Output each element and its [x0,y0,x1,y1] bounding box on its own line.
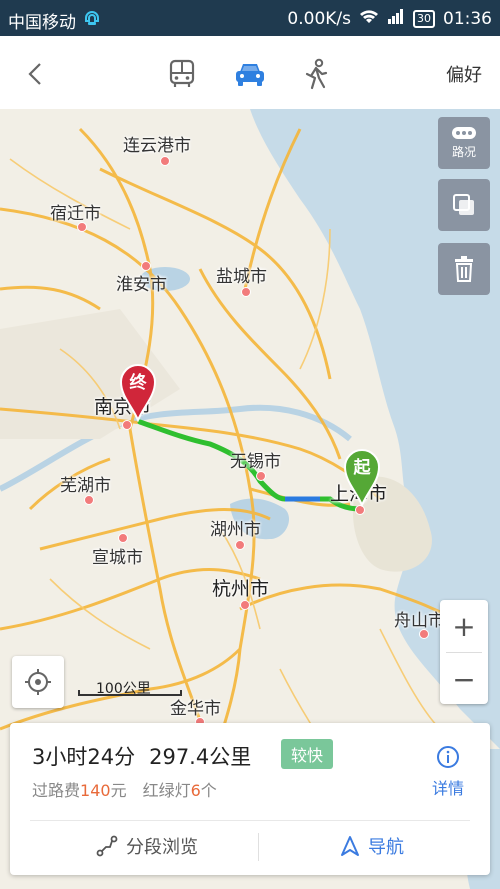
trash-icon [455,256,473,282]
zoom-in-button[interactable]: + [440,600,488,652]
route-duration: 3小时24分 [32,745,136,769]
city-xuancheng: 宣城市 [92,548,143,568]
city-yancheng: 盐城市 [216,267,267,287]
navigation-arrow-icon [341,836,359,856]
city-hangzhou: 杭州市 [212,578,270,600]
battery-icon: 30 [413,9,435,28]
crosshair-icon [25,669,51,695]
scale-line [78,690,182,696]
city-zhoushan: 舟山市 [394,611,445,631]
segment-browse-label: 分段浏览 [126,837,198,858]
city-dot [235,540,245,550]
route-tag-badge: 较快 [281,739,334,769]
details-button[interactable]: 详情 [426,745,470,799]
route-distance: 297.4公里 [149,745,252,769]
route-segments-icon [96,835,118,857]
city-dot [84,495,94,505]
back-button[interactable] [16,54,56,94]
signal-icon [387,8,405,29]
segment-browse-button[interactable]: 分段浏览 [96,833,198,859]
city-dot [256,471,266,481]
preferences-button[interactable]: 偏好 [446,61,482,87]
route-mode-bar: 偏好 [0,36,500,110]
city-dot [118,533,128,543]
clear-button[interactable] [438,243,490,295]
wifi-icon [359,8,379,29]
route-summary: 3小时24分 297.4公里 [32,741,251,771]
city-huaian: 淮安市 [116,275,167,295]
city-huzhou: 湖州市 [210,520,261,540]
status-bar: 中国移动 0.00K/s 30 01:36 [0,0,500,36]
zoom-out-button[interactable]: − [440,653,488,705]
toll-label: 过路费 [32,781,81,800]
lights-value: 6 [190,781,201,800]
info-icon [437,746,459,768]
lights-unit: 个 [200,781,217,800]
traffic-button[interactable]: 路况 [438,117,490,169]
carrier-label: 中国移动 [8,13,76,33]
assistant-icon [82,8,102,33]
car-icon [236,64,264,86]
lights-label: 红绿灯 [142,781,191,800]
city-wuxi: 无锡市 [230,452,281,472]
chevron-left-icon [28,63,41,85]
city-dot [160,156,170,166]
details-label: 详情 [431,779,464,798]
layers-icon [453,194,474,215]
city-suqian: 宿迁市 [50,204,101,224]
traffic-icon [452,127,476,139]
end-marker-label: 终 [129,373,147,393]
end-marker[interactable]: 终 [118,362,158,423]
route-details: 过路费140元 红绿灯6个 [32,777,217,801]
network-speed: 0.00K/s [287,8,351,29]
navigate-button[interactable]: 导航 [340,833,404,859]
city-dot [241,287,251,297]
locate-button[interactable] [12,656,64,708]
toll-unit: 元 [110,781,127,800]
city-dot [240,600,250,610]
zoom-control: + − [440,600,488,704]
route-summary-card[interactable]: 3小时24分 297.4公里 较快 过路费140元 红绿灯6个 详情 分段浏览 导航 [10,723,490,875]
traffic-label: 路况 [451,145,476,159]
clock: 01:36 [443,8,492,29]
bus-icon [169,59,195,87]
start-marker[interactable]: 起 [342,447,382,508]
actions-divider [258,833,259,861]
card-actions: 分段浏览 导航 [10,821,490,875]
toll-value: 140 [80,781,111,800]
start-marker-label: 起 [353,458,371,478]
city-lianyungang: 连云港市 [123,136,191,156]
navigate-label: 导航 [368,837,404,858]
walk-icon [305,58,328,90]
city-wuhu: 芜湖市 [60,476,111,496]
mode-walk-button[interactable] [296,54,336,94]
layers-button[interactable] [438,179,490,231]
mode-car-button[interactable] [230,54,270,94]
scale-bar: 100公里 [78,678,198,700]
mode-bus-button[interactable] [162,54,202,94]
